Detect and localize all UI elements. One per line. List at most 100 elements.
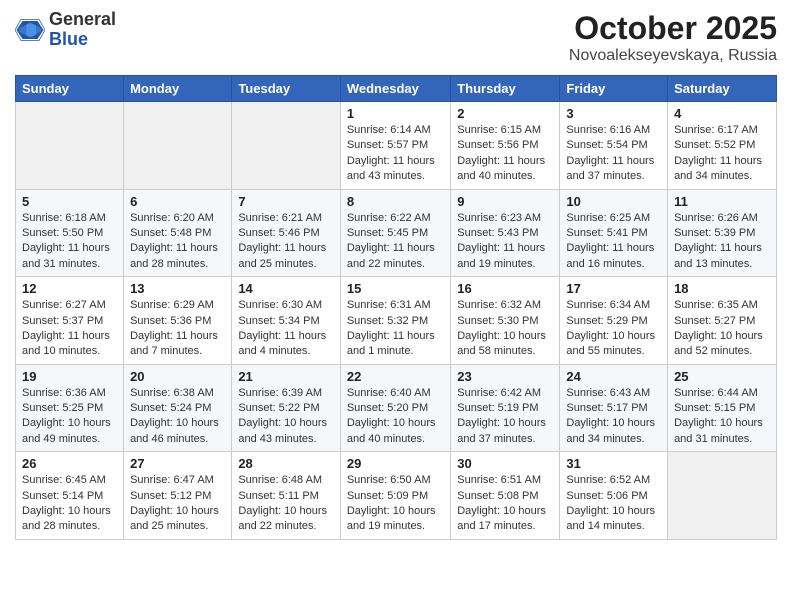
day-info: Sunrise: 6:22 AM Sunset: 5:45 PM Dayligh… (347, 211, 444, 273)
weekday-header: Sunday (16, 76, 124, 102)
calendar-cell (124, 102, 232, 190)
day-number: 6 (130, 194, 225, 209)
weekday-header: Thursday (451, 76, 560, 102)
calendar-cell: 13 Sunrise: 6:29 AM Sunset: 5:36 PM Dayli… (124, 277, 232, 365)
day-info: Sunrise: 6:36 AM Sunset: 5:25 PM Dayligh… (22, 386, 117, 448)
day-number: 27 (130, 456, 225, 471)
page-container: General Blue October 2025 Novoalekseyevs… (0, 0, 792, 550)
day-number: 14 (238, 281, 334, 296)
calendar-title: October 2025 (569, 10, 777, 47)
calendar-cell: 11 Sunrise: 6:26 AM Sunset: 5:39 PM Dayli… (668, 189, 777, 277)
calendar-cell: 20 Sunrise: 6:38 AM Sunset: 5:24 PM Dayli… (124, 364, 232, 452)
calendar-cell: 14 Sunrise: 6:30 AM Sunset: 5:34 PM Dayli… (232, 277, 341, 365)
calendar-cell: 19 Sunrise: 6:36 AM Sunset: 5:25 PM Dayli… (16, 364, 124, 452)
day-info: Sunrise: 6:45 AM Sunset: 5:14 PM Dayligh… (22, 473, 117, 535)
day-number: 23 (457, 369, 553, 384)
calendar-cell: 26 Sunrise: 6:45 AM Sunset: 5:14 PM Dayli… (16, 452, 124, 540)
calendar-cell: 7 Sunrise: 6:21 AM Sunset: 5:46 PM Daylig… (232, 189, 341, 277)
week-row: 19 Sunrise: 6:36 AM Sunset: 5:25 PM Dayli… (16, 364, 777, 452)
calendar-cell: 30 Sunrise: 6:51 AM Sunset: 5:08 PM Dayli… (451, 452, 560, 540)
day-number: 8 (347, 194, 444, 209)
calendar-cell: 23 Sunrise: 6:42 AM Sunset: 5:19 PM Dayli… (451, 364, 560, 452)
day-info: Sunrise: 6:21 AM Sunset: 5:46 PM Dayligh… (238, 211, 334, 273)
day-info: Sunrise: 6:44 AM Sunset: 5:15 PM Dayligh… (674, 386, 770, 448)
day-number: 11 (674, 194, 770, 209)
day-number: 17 (566, 281, 661, 296)
calendar-cell: 31 Sunrise: 6:52 AM Sunset: 5:06 PM Dayli… (560, 452, 668, 540)
day-info: Sunrise: 6:32 AM Sunset: 5:30 PM Dayligh… (457, 298, 553, 360)
day-info: Sunrise: 6:47 AM Sunset: 5:12 PM Dayligh… (130, 473, 225, 535)
week-row: 5 Sunrise: 6:18 AM Sunset: 5:50 PM Daylig… (16, 189, 777, 277)
calendar-cell: 21Sunrise: 6:39 AM Sunset: 5:22 PM Dayli… (232, 364, 341, 452)
weekday-header-row: SundayMondayTuesdayWednesdayThursdayFrid… (16, 76, 777, 102)
calendar-cell: 25Sunrise: 6:44 AM Sunset: 5:15 PM Dayli… (668, 364, 777, 452)
day-info: Sunrise: 6:25 AM Sunset: 5:41 PM Dayligh… (566, 211, 661, 273)
title-block: October 2025 Novoalekseyevskaya, Russia (569, 10, 777, 65)
logo-general: General (49, 10, 116, 30)
day-info: Sunrise: 6:17 AM Sunset: 5:52 PM Dayligh… (674, 123, 770, 185)
weekday-header: Monday (124, 76, 232, 102)
calendar-cell: 8 Sunrise: 6:22 AM Sunset: 5:45 PM Daylig… (340, 189, 450, 277)
day-info: Sunrise: 6:42 AM Sunset: 5:19 PM Dayligh… (457, 386, 553, 448)
day-number: 16 (457, 281, 553, 296)
day-info: Sunrise: 6:51 AM Sunset: 5:08 PM Dayligh… (457, 473, 553, 535)
calendar-cell: 16 Sunrise: 6:32 AM Sunset: 5:30 PM Dayli… (451, 277, 560, 365)
calendar-cell: 6 Sunrise: 6:20 AM Sunset: 5:48 PM Daylig… (124, 189, 232, 277)
day-number: 20 (130, 369, 225, 384)
calendar-cell (232, 102, 341, 190)
day-number: 31 (566, 456, 661, 471)
day-number: 1 (347, 106, 444, 121)
calendar-cell: 28Sunrise: 6:48 AM Sunset: 5:11 PM Dayli… (232, 452, 341, 540)
day-number: 26 (22, 456, 117, 471)
day-info: Sunrise: 6:35 AM Sunset: 5:27 PM Dayligh… (674, 298, 770, 360)
day-number: 10 (566, 194, 661, 209)
day-number: 5 (22, 194, 117, 209)
day-info: Sunrise: 6:20 AM Sunset: 5:48 PM Dayligh… (130, 211, 225, 273)
day-number: 22 (347, 369, 444, 384)
day-number: 18 (674, 281, 770, 296)
day-info: Sunrise: 6:18 AM Sunset: 5:50 PM Dayligh… (22, 211, 117, 273)
day-info: Sunrise: 6:26 AM Sunset: 5:39 PM Dayligh… (674, 211, 770, 273)
day-number: 15 (347, 281, 444, 296)
day-number: 29 (347, 456, 444, 471)
calendar-cell: 24Sunrise: 6:43 AM Sunset: 5:17 PM Dayli… (560, 364, 668, 452)
logo: General Blue (15, 10, 116, 50)
day-number: 2 (457, 106, 553, 121)
weekday-header: Wednesday (340, 76, 450, 102)
day-info: Sunrise: 6:50 AM Sunset: 5:09 PM Dayligh… (347, 473, 444, 535)
day-info: Sunrise: 6:30 AM Sunset: 5:34 PM Dayligh… (238, 298, 334, 360)
day-number: 19 (22, 369, 117, 384)
logo-icon (15, 15, 45, 45)
calendar-cell: 10 Sunrise: 6:25 AM Sunset: 5:41 PM Dayli… (560, 189, 668, 277)
day-info: Sunrise: 6:31 AM Sunset: 5:32 PM Dayligh… (347, 298, 444, 360)
day-info: Sunrise: 6:27 AM Sunset: 5:37 PM Dayligh… (22, 298, 117, 360)
header: General Blue October 2025 Novoalekseyevs… (15, 10, 777, 65)
day-info: Sunrise: 6:43 AM Sunset: 5:17 PM Dayligh… (566, 386, 661, 448)
calendar-cell: 29 Sunrise: 6:50 AM Sunset: 5:09 PM Dayli… (340, 452, 450, 540)
day-info: Sunrise: 6:52 AM Sunset: 5:06 PM Dayligh… (566, 473, 661, 535)
day-number: 12 (22, 281, 117, 296)
week-row: 1Sunrise: 6:14 AM Sunset: 5:57 PM Daylig… (16, 102, 777, 190)
logo-blue: Blue (49, 30, 116, 50)
calendar-table: SundayMondayTuesdayWednesdayThursdayFrid… (15, 75, 777, 540)
week-row: 26 Sunrise: 6:45 AM Sunset: 5:14 PM Dayli… (16, 452, 777, 540)
weekday-header: Friday (560, 76, 668, 102)
day-info: Sunrise: 6:38 AM Sunset: 5:24 PM Dayligh… (130, 386, 225, 448)
day-number: 30 (457, 456, 553, 471)
day-info: Sunrise: 6:29 AM Sunset: 5:36 PM Dayligh… (130, 298, 225, 360)
day-number: 7 (238, 194, 334, 209)
day-info: Sunrise: 6:16 AM Sunset: 5:54 PM Dayligh… (566, 123, 661, 185)
day-number: 13 (130, 281, 225, 296)
calendar-cell: 17 Sunrise: 6:34 AM Sunset: 5:29 PM Dayli… (560, 277, 668, 365)
calendar-cell: 15 Sunrise: 6:31 AM Sunset: 5:32 PM Dayli… (340, 277, 450, 365)
calendar-cell: 5 Sunrise: 6:18 AM Sunset: 5:50 PM Daylig… (16, 189, 124, 277)
day-info: Sunrise: 6:34 AM Sunset: 5:29 PM Dayligh… (566, 298, 661, 360)
weekday-header: Saturday (668, 76, 777, 102)
day-number: 9 (457, 194, 553, 209)
day-info: Sunrise: 6:39 AM Sunset: 5:22 PM Dayligh… (238, 386, 334, 448)
calendar-cell: 1Sunrise: 6:14 AM Sunset: 5:57 PM Daylig… (340, 102, 450, 190)
week-row: 12 Sunrise: 6:27 AM Sunset: 5:37 PM Dayli… (16, 277, 777, 365)
calendar-cell: 22Sunrise: 6:40 AM Sunset: 5:20 PM Dayli… (340, 364, 450, 452)
calendar-cell: 27 Sunrise: 6:47 AM Sunset: 5:12 PM Dayli… (124, 452, 232, 540)
day-number: 4 (674, 106, 770, 121)
